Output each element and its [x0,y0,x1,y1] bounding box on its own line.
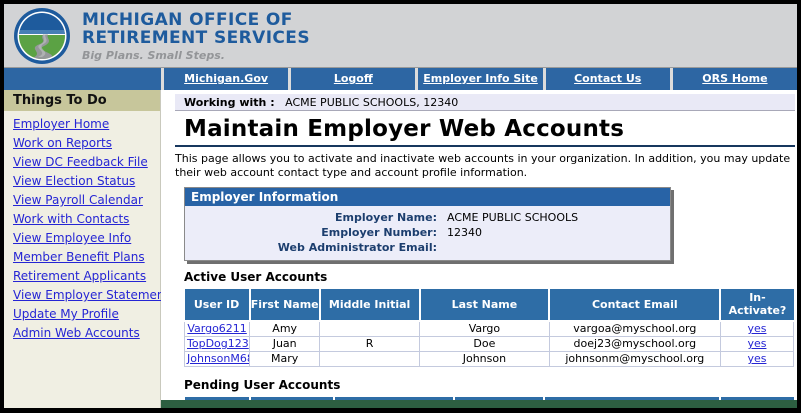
working-with-bar: Working with : ACME PUBLIC SCHOOLS, 1234… [175,94,795,111]
nav-link-logoff[interactable]: Logoff [291,68,415,90]
col-header-contact-email: Contact Email [549,289,720,321]
employer-info-panel: Employer Information Employer Name:ACME … [184,187,671,261]
working-with-label: Working with : [184,96,275,109]
cell-middle-initial: R [320,337,420,352]
cell-middle-initial [320,352,420,367]
sidebar-item-view-payroll-calendar[interactable]: View Payroll Calendar [13,194,156,207]
page-description: This page allows you to activate and ina… [175,152,795,180]
main-content: Working with : ACME PUBLIC SCHOOLS, 1234… [161,90,797,408]
active-accounts-heading: Active User Accounts [184,270,795,284]
navbar-links: Michigan.GovLogoffEmployer Info SiteCont… [161,68,797,90]
masthead: MICHIGAN OFFICE OF RETIREMENT SERVICES B… [4,4,797,68]
sidebar-item-view-employee-info[interactable]: View Employee Info [13,232,156,245]
employer-field-employer-number: Employer Number:12340 [185,225,670,240]
brand-tagline: Big Plans. Small Steps. [82,50,310,61]
cell-last-name: Vargo [420,321,550,337]
sidebar-item-admin-web-accounts[interactable]: Admin Web Accounts [13,327,156,340]
ors-road-circle-logo [14,8,70,64]
cell-in-activate: yes [720,337,793,352]
app-window: MICHIGAN OFFICE OF RETIREMENT SERVICES B… [4,4,797,408]
brand-title-line2: RETIREMENT SERVICES [82,29,310,47]
pending-accounts-heading: Pending User Accounts [184,378,795,392]
active-accounts-table: User IDFirst NameMiddle InitialLast Name… [184,289,794,367]
employer-field-web-administrator-email: Web Administrator Email: [185,240,670,255]
footer-strip [161,400,797,408]
cell-user-id: TopDog123 [185,337,250,352]
sidebar-item-employer-home[interactable]: Employer Home [13,118,156,131]
user-id-link[interactable]: Vargo6211 [187,322,246,335]
table-row: TopDog123JuanRDoedoej23@myschool.org yes [185,337,794,352]
field-value: ACME PUBLIC SCHOOLS [437,210,578,225]
working-with-value: ACME PUBLIC SCHOOLS, 12340 [285,96,458,109]
top-navbar: Michigan.GovLogoffEmployer Info SiteCont… [4,68,797,90]
cell-last-name: Doe [420,337,550,352]
table-row: JohnsonM68Mary Johnsonjohnsonm@myschool.o… [185,352,794,367]
nav-link-employer-info-site[interactable]: Employer Info Site [418,68,542,90]
nav-link-ors-home[interactable]: ORS Home [673,68,797,90]
col-header-user-id: User ID [185,289,250,321]
user-id-link[interactable]: TopDog123 [187,337,249,350]
cell-middle-initial [320,321,420,337]
table-row: Vargo6211 Amy Vargovargoa@myschool.org yes [185,321,794,337]
sidebar-header: Things To Do [4,90,160,111]
cell-first-name: Juan [250,337,320,352]
sidebar-item-update-my-profile[interactable]: Update My Profile [13,308,156,321]
cell-first-name: Amy [250,321,320,337]
action-link[interactable]: yes [747,337,766,350]
cell-contact-email: vargoa@myschool.org [549,321,720,337]
action-link[interactable]: yes [747,322,766,335]
nav-link-contact-us[interactable]: Contact Us [546,68,670,90]
col-header-middle-initial: Middle Initial [320,289,420,321]
navbar-spacer [4,68,161,90]
cell-user-id: JohnsonM68 [185,352,250,367]
sidebar-item-work-on-reports[interactable]: Work on Reports [13,137,156,150]
field-label: Employer Name: [185,210,437,225]
cell-in-activate: yes [720,352,793,367]
sidebar-item-retirement-applicants[interactable]: Retirement Applicants [13,270,156,283]
page-title: Maintain Employer Web Accounts [175,116,795,147]
col-header-last-name: Last Name [420,289,550,321]
cell-last-name: Johnson [420,352,550,367]
sidebar-item-work-with-contacts[interactable]: Work with Contacts [13,213,156,226]
brand-title-line1: MICHIGAN OFFICE OF [82,11,310,29]
table-header-row: User IDFirst NameMiddle InitialLast Name… [185,289,794,321]
cell-first-name: Mary [250,352,320,367]
sidebar-item-view-employer-statement[interactable]: View Employer Statement [13,289,156,302]
field-label: Employer Number: [185,225,437,240]
sidebar-item-view-dc-feedback-file[interactable]: View DC Feedback File [13,156,156,169]
cell-user-id: Vargo6211 [185,321,250,337]
sidebar-item-member-benefit-plans[interactable]: Member Benefit Plans [13,251,156,264]
sidebar: Things To Do Employer Home Work on Report… [4,90,161,408]
content-row: Things To Do Employer Home Work on Report… [4,90,797,408]
user-id-link[interactable]: JohnsonM68 [187,352,250,365]
cell-contact-email: johnsonm@myschool.org [549,352,720,367]
nav-link-michigan-gov[interactable]: Michigan.Gov [164,68,288,90]
field-value: 12340 [437,225,482,240]
cell-in-activate: yes [720,321,793,337]
employer-field-employer-name: Employer Name:ACME PUBLIC SCHOOLS [185,210,670,225]
cell-contact-email: doej23@myschool.org [549,337,720,352]
employer-info-fields: Employer Name:ACME PUBLIC SCHOOLSEmploye… [185,206,670,260]
field-value [437,240,447,255]
field-label: Web Administrator Email: [185,240,437,255]
masthead-text: MICHIGAN OFFICE OF RETIREMENT SERVICES B… [82,11,310,61]
employer-info-header: Employer Information [185,188,670,206]
sidebar-item-view-election-status[interactable]: View Election Status [13,175,156,188]
action-link[interactable]: yes [747,352,766,365]
col-header-in-activate: In-Activate? [720,289,793,321]
col-header-first-name: First Name [250,289,320,321]
sidebar-nav: Employer Home Work on Reports View DC Feed… [4,111,160,340]
